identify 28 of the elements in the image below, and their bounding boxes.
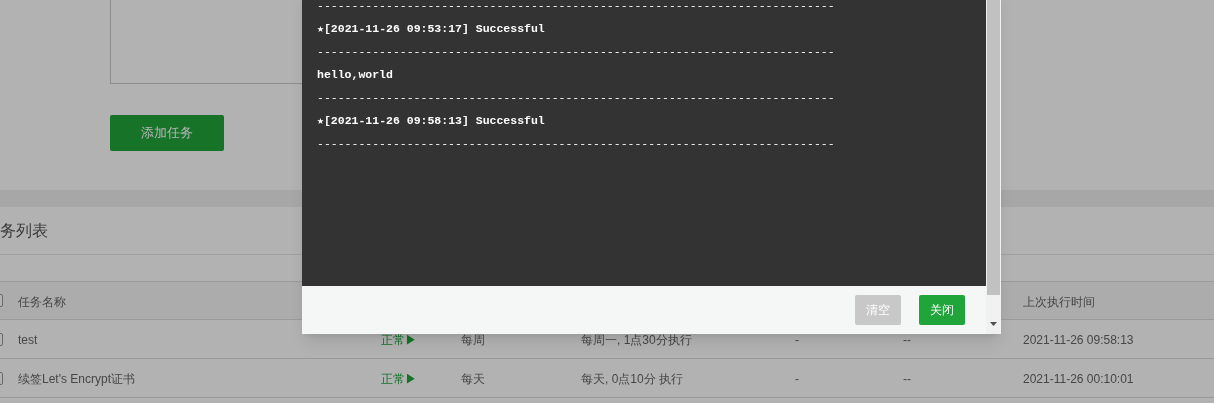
close-button[interactable]: 关闭	[919, 295, 965, 325]
table-cell: 每天, 0点10分 执行	[581, 372, 684, 386]
add-task-button[interactable]: 添加任务	[110, 115, 224, 151]
log-line: ★[2021-11-26 09:53:17] Successful	[317, 20, 545, 37]
table-cell: 2021-11-26 09:58:13	[1023, 333, 1134, 347]
table-cell: 每天	[461, 372, 485, 386]
log-separator: ---------------------------------------------------------------------------	[317, 89, 835, 106]
table-cell: --	[903, 333, 911, 347]
status-text: 正常▶	[381, 333, 417, 347]
scrollbar[interactable]	[986, 0, 1001, 334]
task-name: 续签Let's Encrypt证书	[18, 372, 135, 386]
column-header: 任务名称	[18, 294, 66, 309]
table-cell: -	[795, 333, 799, 347]
down-arrow-icon[interactable]	[990, 322, 997, 326]
log-separator: ---------------------------------------------------------------------------	[317, 135, 835, 152]
task-name: test	[18, 333, 38, 347]
log-line: ★[2021-11-26 09:58:13] Successful	[317, 112, 545, 129]
log-separator: ---------------------------------------------------------------------------	[317, 0, 835, 14]
log-separator: ---------------------------------------------------------------------------	[317, 43, 835, 60]
table-cell: 每周	[461, 333, 485, 347]
table-cell: --	[903, 372, 911, 386]
table-cell: -	[795, 372, 799, 386]
section-title: 务列表	[0, 220, 48, 241]
table-cell: 每周一, 1点30分执行	[581, 333, 692, 347]
log-line: hello,world	[317, 66, 393, 83]
column-header: 上次执行时间	[1023, 294, 1095, 309]
table-cell: 2021-11-26 00:10:01	[1023, 372, 1134, 386]
status-text: 正常▶	[381, 372, 417, 386]
